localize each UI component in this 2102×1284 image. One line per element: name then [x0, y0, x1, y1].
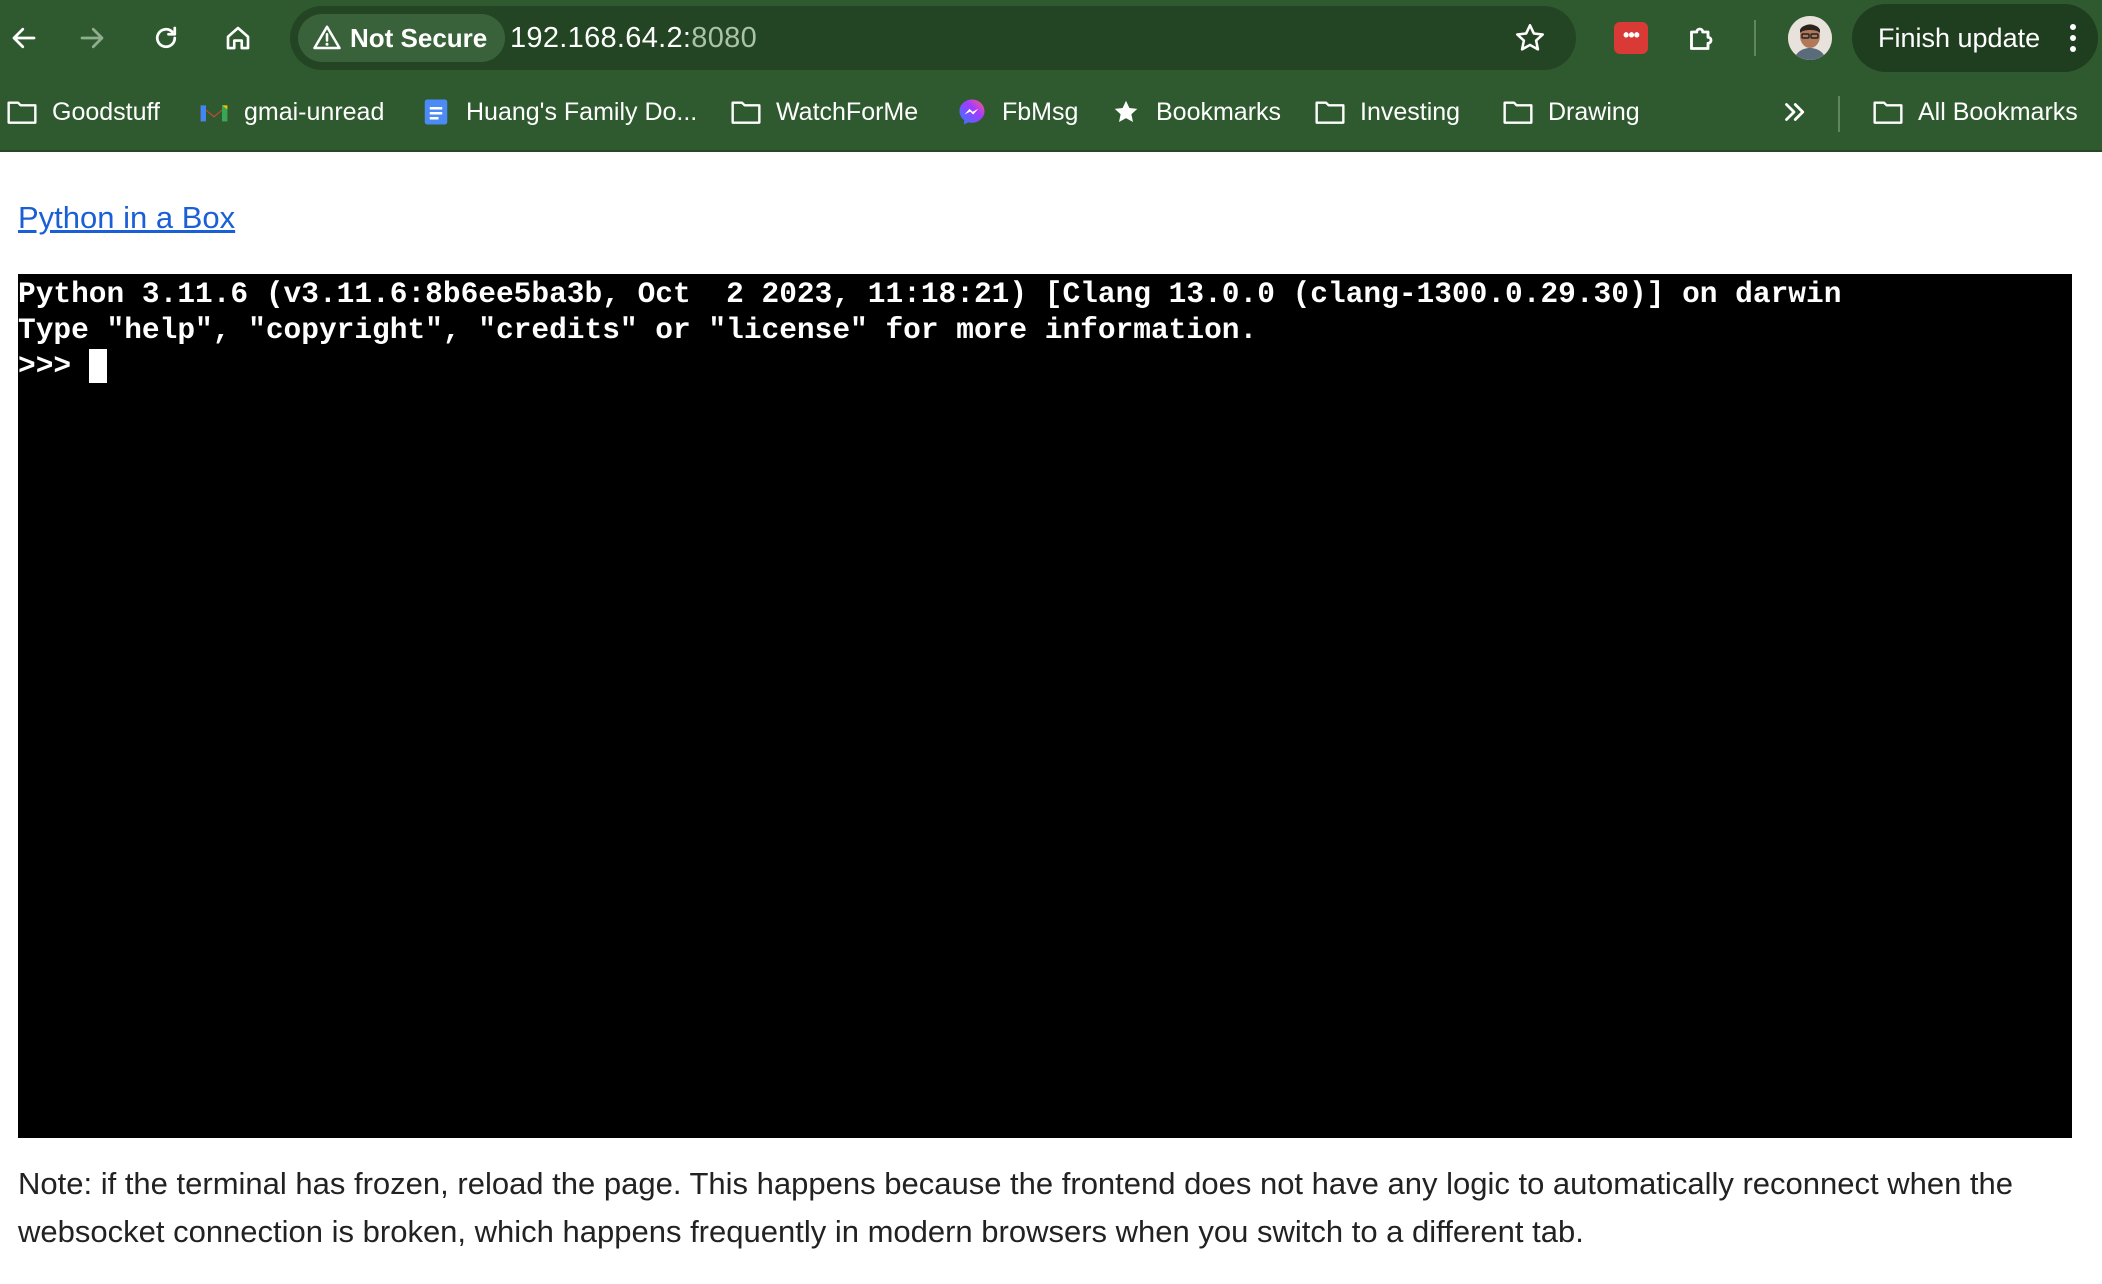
bookmark-watchforme[interactable]: WatchForMe: [730, 90, 918, 134]
extension-lastpass-icon[interactable]: •••: [1614, 22, 1648, 54]
bookmark-drawing[interactable]: Drawing: [1502, 90, 1640, 134]
bookmarks-bar: Goodstuff gmai-unread Huang's Family Do.…: [0, 76, 2102, 152]
browser-toolbar: Not Secure 192.168.64.2:8080 ••• Finish …: [0, 0, 2102, 76]
terminal[interactable]: Python 3.11.6 (v3.11.6:8b6ee5ba3b, Oct 2…: [18, 274, 2072, 1138]
bookmark-label: Bookmarks: [1156, 97, 1282, 126]
star-icon: [1114, 100, 1138, 122]
bookmark-bookmarks[interactable]: Bookmarks: [1110, 90, 1281, 134]
bookmark-label: Drawing: [1548, 97, 1640, 126]
bookmark-huangs-family-doc[interactable]: Huang's Family Do...: [420, 90, 697, 134]
extensions-button[interactable]: [1680, 16, 1724, 60]
bookmark-label: Huang's Family Do...: [466, 97, 698, 126]
home-button[interactable]: [214, 14, 262, 62]
folder-icon: [7, 101, 37, 124]
arrow-right-icon: [80, 27, 104, 49]
toolbar-divider: [1754, 20, 1756, 56]
finish-update-label: Finish update: [1878, 22, 2041, 53]
bookmark-label: All Bookmarks: [1918, 97, 2078, 126]
folder-icon: [731, 101, 761, 124]
star-outline-icon: [1515, 23, 1545, 51]
bookmark-all-bookmarks[interactable]: All Bookmarks: [1872, 90, 2078, 134]
terminal-cursor: [88, 349, 107, 383]
address-bar[interactable]: Not Secure 192.168.64.2:8080: [290, 6, 1576, 70]
bookmark-investing[interactable]: Investing: [1314, 90, 1460, 134]
frozen-terminal-note: Note: if the terminal has frozen, reload…: [18, 1166, 2014, 1249]
messenger-icon: [959, 99, 985, 125]
gmail-icon: [200, 105, 228, 122]
bookmark-label: Goodstuff: [52, 97, 160, 126]
security-indicator[interactable]: Not Secure: [298, 14, 506, 62]
profile-avatar[interactable]: [1788, 16, 1832, 60]
bookmark-label: WatchForMe: [776, 97, 919, 126]
bookmark-gmai-unread[interactable]: gmai-unread: [198, 90, 384, 134]
url-port: 8080: [691, 22, 758, 54]
warning-icon: [313, 25, 341, 50]
back-button[interactable]: [0, 14, 48, 62]
chevron-double-right-icon: [1785, 103, 1805, 121]
bookmarks-divider: [1838, 96, 1840, 132]
home-icon: [226, 26, 250, 50]
folder-icon: [1873, 101, 1903, 124]
python-in-a-box-link[interactable]: Python in a Box: [18, 200, 235, 236]
terminal-prompt-line: >>>: [18, 348, 2072, 384]
bookmark-star-button[interactable]: [1508, 16, 1552, 60]
reload-button[interactable]: [142, 14, 190, 62]
terminal-line: Python 3.11.6 (v3.11.6:8b6ee5ba3b, Oct 2…: [18, 277, 1842, 311]
bookmark-goodstuff[interactable]: Goodstuff: [6, 90, 160, 134]
extension-badge: •••: [1623, 25, 1640, 45]
security-label: Not Secure: [350, 22, 488, 53]
bookmark-fbmsg[interactable]: FbMsg: [956, 90, 1078, 134]
bookmark-label: gmai-unread: [244, 97, 385, 126]
bookmarks-overflow-button[interactable]: [1778, 90, 1810, 134]
terminal-prompt: >>>: [18, 349, 89, 383]
bookmark-label: FbMsg: [1002, 97, 1079, 126]
url-host: 192.168.64.2:: [510, 22, 692, 54]
url-text[interactable]: 192.168.64.2:8080: [510, 6, 757, 70]
reload-icon: [155, 26, 177, 49]
person-icon: [1788, 16, 1832, 60]
folder-icon: [1315, 101, 1345, 124]
more-menu-icon[interactable]: [2068, 24, 2078, 54]
terminal-line: Type "help", "copyright", "credits" or "…: [18, 313, 1258, 347]
finish-update-button[interactable]: Finish update: [1852, 4, 2098, 72]
google-docs-icon: [424, 99, 448, 125]
folder-icon: [1503, 101, 1533, 124]
bookmark-label: Investing: [1360, 97, 1461, 126]
arrow-left-icon: [12, 27, 36, 49]
forward-button[interactable]: [68, 14, 116, 62]
puzzle-icon: [1690, 27, 1713, 50]
